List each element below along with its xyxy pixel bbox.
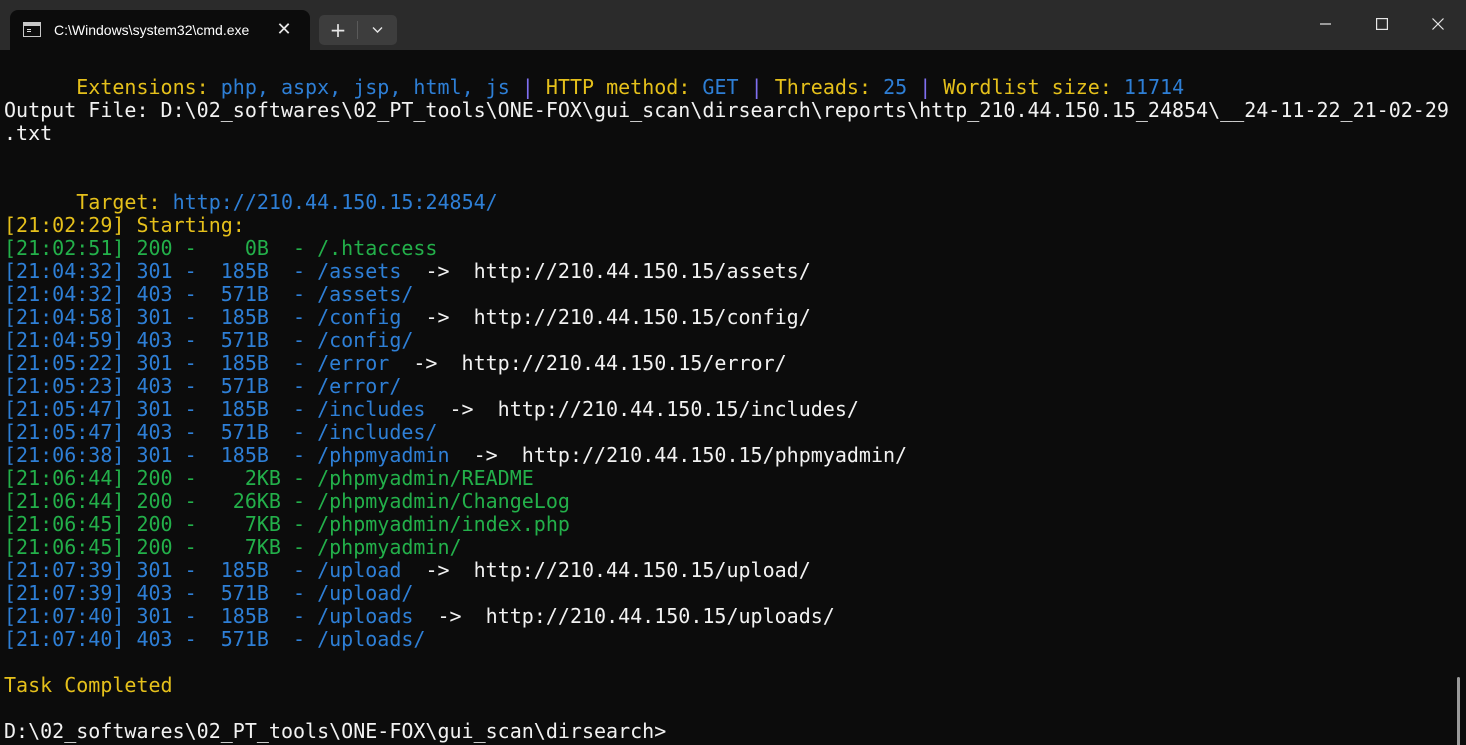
result-path: [21:06:45] 200 - 7KB - /phpmyadmin/index… [4,512,570,536]
redirect-target: -> http://210.44.150.15/config/ [401,305,811,329]
close-window-button[interactable] [1410,0,1466,48]
maximize-button[interactable] [1354,0,1410,48]
tab-dropdown-button[interactable] [358,15,397,45]
result-line: [21:04:58] 301 - 185B - /config -> http:… [4,306,811,329]
method-label: HTTP method: [545,75,691,99]
redirect-target: -> http://210.44.150.15/includes/ [425,397,859,421]
separator: | [919,75,932,99]
result-line: [21:06:45] 200 - 7KB - /phpmyadmin/ [4,536,462,559]
close-icon [1432,18,1444,30]
result-line: [21:04:32] 403 - 571B - /assets/ [4,283,413,306]
result-path: [21:06:45] 200 - 7KB - /phpmyadmin/ [4,535,462,559]
extensions-value: php, aspx, jsp, html, js [220,75,510,99]
result-path: [21:05:47] 403 - 571B - /includes/ [4,420,438,444]
redirect-target: -> http://210.44.150.15/upload/ [401,558,811,582]
threads-value: 25 [883,75,908,99]
result-path: [21:06:44] 200 - 26KB - /phpmyadmin/Chan… [4,489,570,513]
result-line: [21:06:44] 200 - 26KB - /phpmyadmin/Chan… [4,490,570,513]
redirect-target: -> http://210.44.150.15/assets/ [401,259,811,283]
result-path: [21:07:39] 403 - 571B - /upload/ [4,581,414,605]
chevron-down-icon [372,27,383,33]
result-path: [21:07:40] 301 - 185B - /uploads [4,604,414,628]
output-file-line-cont: .txt [4,121,53,145]
redirect-target: -> http://210.44.150.15/error/ [389,351,787,375]
result-line: [21:07:39] 301 - 185B - /upload -> http:… [4,559,811,582]
title-bar[interactable]: C:\Windows\system32\cmd.exe ✕ + [0,0,1466,50]
result-line: [21:06:44] 200 - 2KB - /phpmyadmin/READM… [4,467,534,490]
method-value: GET [702,75,739,99]
plus-icon: + [329,18,347,42]
result-path: [21:05:22] 301 - 185B - /error [4,351,390,375]
starting-line: [21:02:29] Starting: [4,213,245,237]
target-label: Target: [76,190,161,214]
minimize-icon [1320,23,1331,25]
minimize-button[interactable] [1298,0,1354,48]
result-line: [21:07:39] 403 - 571B - /upload/ [4,582,413,605]
result-line: [21:04:32] 301 - 185B - /assets -> http:… [4,260,811,283]
result-path: [21:04:32] 301 - 185B - /assets [4,259,402,283]
extensions-label: Extensions: [76,75,209,99]
result-line: [21:04:59] 403 - 571B - /config/ [4,329,413,352]
result-path: [21:02:51] 200 - 0B - /.htaccess [4,236,438,260]
separator: | [521,75,534,99]
result-path: [21:04:59] 403 - 571B - /config/ [4,328,414,352]
output-file-line: Output File: D:\02_softwares\02_PT_tools… [4,98,1449,122]
result-path: [21:05:47] 301 - 185B - /includes [4,397,426,421]
result-line: [21:02:51] 200 - 0B - /.htaccess [4,237,437,260]
terminal-window: C:\Windows\system32\cmd.exe ✕ + Extensio… [0,0,1466,745]
target-url: http://210.44.150.15:24854/ [172,190,498,214]
threads-label: Threads: [774,75,872,99]
wordlist-label: Wordlist size: [943,75,1112,99]
close-icon[interactable]: ✕ [273,19,295,41]
new-tab-group: + [319,15,397,45]
result-line: [21:06:38] 301 - 185B - /phpmyadmin -> h… [4,444,907,467]
result-path: [21:06:44] 200 - 2KB - /phpmyadmin/READM… [4,466,534,490]
result-path: [21:07:40] 403 - 571B - /uploads/ [4,627,426,651]
result-path: [21:04:32] 403 - 571B - /assets/ [4,282,414,306]
task-completed-line: Task Completed [4,673,173,697]
redirect-target: -> http://210.44.150.15/uploads/ [413,604,835,628]
result-line: [21:05:47] 301 - 185B - /includes -> htt… [4,398,859,421]
result-line: [21:06:45] 200 - 7KB - /phpmyadmin/index… [4,513,570,536]
config-line: Extensions: php, aspx, jsp, html, js | H… [4,53,1184,99]
maximize-icon [1376,18,1388,30]
result-line: [21:05:47] 403 - 571B - /includes/ [4,421,437,444]
terminal-output[interactable]: Extensions: php, aspx, jsp, html, js | H… [0,50,1466,745]
result-line: [21:05:23] 403 - 571B - /error/ [4,375,401,398]
scrollbar[interactable] [1457,677,1460,745]
result-line: [21:05:22] 301 - 185B - /error -> http:/… [4,352,787,375]
result-path: [21:06:38] 301 - 185B - /phpmyadmin [4,443,450,467]
redirect-target: -> http://210.44.150.15/phpmyadmin/ [449,443,908,467]
target-line: Target: http://210.44.150.15:24854/ [4,168,497,214]
wordlist-value: 11714 [1123,75,1185,99]
tab-title: C:\Windows\system32\cmd.exe [54,22,250,38]
result-line: [21:07:40] 403 - 571B - /uploads/ [4,628,425,651]
tab-cmd[interactable]: C:\Windows\system32\cmd.exe ✕ [10,10,310,50]
new-tab-button[interactable]: + [319,15,357,45]
result-line: [21:07:40] 301 - 185B - /uploads -> http… [4,605,835,628]
separator: | [750,75,763,99]
terminal-icon [23,22,41,37]
command-prompt[interactable]: D:\02_softwares\02_PT_tools\ONE-FOX\gui_… [4,720,666,743]
result-path: [21:05:23] 403 - 571B - /error/ [4,374,402,398]
result-path: [21:04:58] 301 - 185B - /config [4,305,402,329]
result-path: [21:07:39] 301 - 185B - /upload [4,558,402,582]
